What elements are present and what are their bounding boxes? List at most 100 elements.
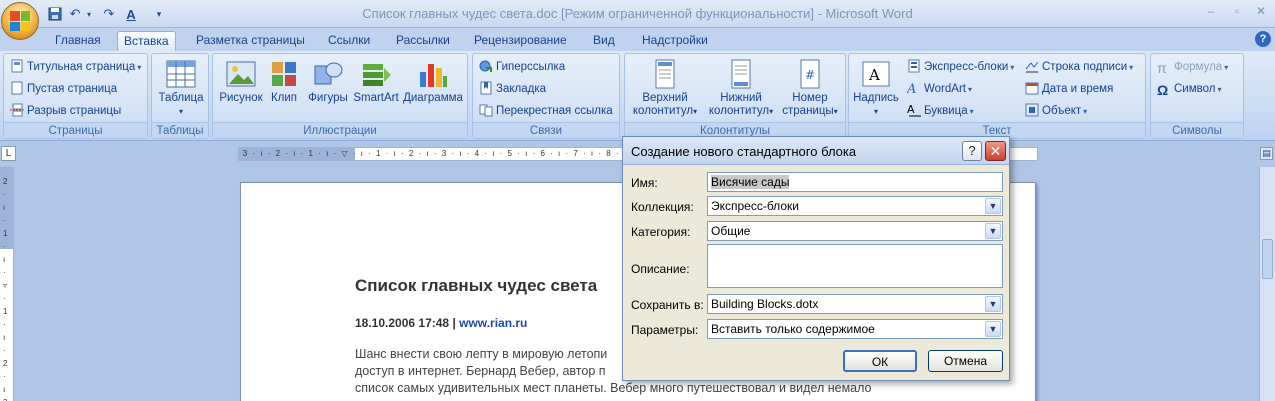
dialog-help-icon[interactable]: ? xyxy=(962,141,982,161)
page-break-button[interactable]: Разрыв страницы xyxy=(10,101,121,121)
footer-button[interactable]: Нижний колонтитул▾ xyxy=(705,58,777,118)
chevron-down-icon[interactable]: ▼ xyxy=(985,223,1001,239)
tab-review[interactable]: Рецензирование xyxy=(468,31,573,51)
dialog-title-bar[interactable]: Создание нового стандартного блока ? ✕ xyxy=(623,137,1009,165)
equation-button[interactable]: π Формула ▾ xyxy=(1157,57,1228,77)
vertical-ruler[interactable]: 2·ı·1·ı·▿·1·ı·2·ı3 xyxy=(0,167,14,401)
blank-page-icon xyxy=(10,81,24,95)
tab-home[interactable]: Главная xyxy=(49,31,107,51)
svg-text:A: A xyxy=(907,103,915,116)
smartart-button[interactable]: SmartArt xyxy=(351,58,401,105)
omega-icon: Ω xyxy=(1157,82,1169,98)
description-field[interactable] xyxy=(707,244,1003,288)
wordart-button[interactable]: A WordArt ▾ xyxy=(906,79,972,99)
group-symbols: π Формула ▾ Ω Символ ▾ Символы xyxy=(1150,53,1244,139)
ok-button[interactable]: ОК xyxy=(843,350,917,372)
chart-button[interactable]: Диаграмма xyxy=(401,58,465,105)
vertical-scrollbar[interactable] xyxy=(1259,167,1275,401)
ribbon: Титульная страница ▾ Пустая страница Разр… xyxy=(0,51,1275,141)
bookmark-button[interactable]: Закладка xyxy=(479,79,546,99)
text-box-icon: A xyxy=(860,58,892,90)
group-tables: Таблица ▾ Таблицы xyxy=(151,53,209,139)
group-links: Гиперссылка Закладка Перекрестная ссылка… xyxy=(472,53,620,139)
picture-button[interactable]: Рисунок xyxy=(217,58,265,105)
cover-page-button[interactable]: Титульная страница ▾ xyxy=(10,57,141,77)
category-select[interactable]: Общие ▼ xyxy=(707,221,1003,241)
quick-parts-icon xyxy=(907,59,921,73)
tab-stop-selector-icon[interactable]: L xyxy=(1,146,16,161)
create-building-block-dialog: Создание нового стандартного блока ? ✕ И… xyxy=(622,136,1010,381)
window-title: Список главных чудес света.doc [Режим ог… xyxy=(362,6,913,21)
object-icon xyxy=(1025,103,1039,117)
ribbon-tabs: Главная Вставка Разметка страницы Ссылки… xyxy=(0,28,1275,51)
header-button[interactable]: Верхний колонтитул▾ xyxy=(627,58,703,118)
wordart-icon: A xyxy=(906,81,921,97)
minimize-icon[interactable]: ‒ xyxy=(1200,4,1222,20)
drop-cap-icon: A xyxy=(907,103,921,117)
footer-icon xyxy=(725,58,757,90)
office-logo-icon xyxy=(10,11,30,31)
table-button[interactable]: Таблица ▾ xyxy=(154,58,208,118)
document-heading: Список главных чудес света xyxy=(355,276,598,295)
clip-art-icon xyxy=(268,58,300,90)
cancel-button[interactable]: Отмена xyxy=(928,350,1003,372)
view-ruler-icon[interactable]: ▤ xyxy=(1260,147,1273,160)
page-number-button[interactable]: # Номер страницы▾ xyxy=(777,58,843,118)
group-label-pages: Страницы xyxy=(4,122,147,138)
maximize-icon[interactable]: ▫ xyxy=(1226,4,1248,20)
bookmark-icon xyxy=(479,81,493,95)
tab-page-layout[interactable]: Разметка страницы xyxy=(190,31,311,51)
symbol-button[interactable]: Ω Символ ▾ xyxy=(1157,79,1221,99)
options-select[interactable]: Вставить только содержимое ▼ xyxy=(707,319,1003,339)
name-field[interactable]: Висячие сады xyxy=(707,172,1003,192)
smartart-icon xyxy=(360,58,392,90)
signature-line-button[interactable]: Строка подписи ▾ xyxy=(1025,57,1133,77)
cross-reference-button[interactable]: Перекрестная ссылка xyxy=(479,101,613,121)
tab-references[interactable]: Ссылки xyxy=(322,31,376,51)
tab-addins[interactable]: Надстройки xyxy=(636,31,714,51)
help-icon[interactable]: ? xyxy=(1255,31,1271,47)
close-window-icon[interactable]: ✕ xyxy=(1250,4,1272,20)
group-label-links: Связи xyxy=(473,122,619,138)
drop-cap-button[interactable]: A Буквица ▾ xyxy=(907,101,974,121)
save-in-select[interactable]: Building Blocks.dotx ▼ xyxy=(707,294,1003,314)
pi-icon: π xyxy=(1157,60,1167,76)
document-meta: 18.10.2006 17:48 | www.rian.ru xyxy=(355,316,527,330)
chart-icon xyxy=(417,58,449,90)
shapes-icon xyxy=(312,58,344,90)
chevron-down-icon[interactable]: ▼ xyxy=(985,321,1001,337)
collection-select[interactable]: Экспресс-блоки ▼ xyxy=(707,196,1003,216)
office-button[interactable] xyxy=(1,2,39,40)
collection-label: Коллекция: xyxy=(631,200,694,214)
blank-page-button[interactable]: Пустая страница xyxy=(10,79,117,99)
group-illustrations: Рисунок Клип Фигуры SmartArt Диаграмма И… xyxy=(212,53,468,139)
chevron-down-icon[interactable]: ▼ xyxy=(985,198,1001,214)
table-icon xyxy=(165,58,197,90)
svg-text:A: A xyxy=(868,66,880,84)
group-header-footer: Верхний колонтитул▾ Нижний колонтитул▾ #… xyxy=(624,53,846,139)
dialog-title: Создание нового стандартного блока xyxy=(631,144,857,159)
group-label-illustrations: Иллюстрации xyxy=(213,122,467,138)
source-link[interactable]: www.rian.ru xyxy=(459,316,527,330)
date-time-button[interactable]: Дата и время xyxy=(1025,79,1113,99)
text-box-button[interactable]: A Надпись ▾ xyxy=(851,58,901,118)
group-label-tables: Таблицы xyxy=(152,122,208,138)
group-pages: Титульная страница ▾ Пустая страница Разр… xyxy=(3,53,148,139)
hyperlink-button[interactable]: Гиперссылка xyxy=(479,57,565,77)
clip-button[interactable]: Клип xyxy=(267,58,301,105)
signature-line-icon xyxy=(1025,59,1039,73)
shapes-button[interactable]: Фигуры xyxy=(305,58,351,105)
document-date: 18.10.2006 17:48 xyxy=(355,316,450,330)
dialog-close-icon[interactable]: ✕ xyxy=(985,141,1006,161)
quick-parts-button[interactable]: Экспресс-блоки ▾ xyxy=(907,57,1014,77)
header-icon xyxy=(649,58,681,90)
tab-view[interactable]: Вид xyxy=(587,31,621,51)
tab-insert[interactable]: Вставка xyxy=(117,31,176,51)
object-button[interactable]: Объект ▾ xyxy=(1025,101,1087,121)
scrollbar-thumb[interactable] xyxy=(1262,239,1273,279)
name-label: Имя: xyxy=(631,176,658,190)
save-in-label: Сохранить в: xyxy=(631,298,704,312)
svg-text:A: A xyxy=(907,82,916,95)
tab-mailings[interactable]: Рассылки xyxy=(390,31,456,51)
chevron-down-icon[interactable]: ▼ xyxy=(985,296,1001,312)
